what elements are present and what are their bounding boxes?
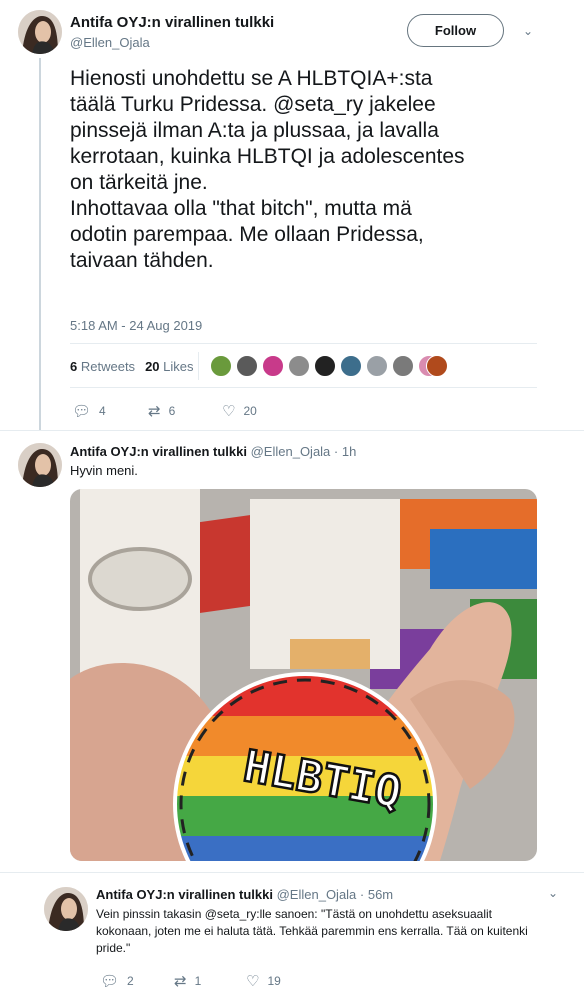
author-name[interactable]: Antifa OYJ:n virallinen tulkki — [70, 444, 247, 459]
liker-avatar[interactable] — [262, 355, 284, 377]
tweet-photo[interactable]: HLBTIQ — [70, 489, 537, 861]
retweet-action[interactable]: ⇄ 1 — [174, 972, 201, 990]
follow-button[interactable]: Follow — [407, 14, 504, 47]
likes-stat[interactable]: 20 Likes — [145, 359, 193, 374]
avatar[interactable] — [44, 887, 88, 931]
divider — [70, 387, 537, 388]
reply-icon: 💬︎ — [100, 973, 120, 990]
liker-avatar[interactable] — [288, 355, 310, 377]
divider — [0, 430, 584, 431]
reply-text: Vein pinssin takasin @seta_ry:lle sanoen… — [96, 907, 528, 955]
avatar[interactable] — [18, 443, 62, 487]
retweet-icon: ⇄ — [148, 403, 161, 420]
retweet-icon: ⇄ — [174, 973, 187, 990]
retweet-action[interactable]: ⇄ 6 — [148, 402, 175, 420]
chevron-down-icon[interactable]: ⌄ — [548, 886, 558, 900]
liker-avatar[interactable] — [426, 355, 448, 377]
reply-action[interactable]: 💬︎ 4 — [72, 402, 106, 420]
liker-avatar[interactable] — [236, 355, 258, 377]
like-action[interactable]: ♡ 19 — [246, 972, 281, 990]
reply-text: Hyvin meni. — [70, 463, 138, 478]
liker-avatar[interactable] — [340, 355, 362, 377]
author-handle[interactable]: @Ellen_Ojala — [70, 35, 150, 50]
reply-header: Antifa OYJ:n virallinen tulkki @Ellen_Oj… — [70, 444, 356, 459]
liker-avatar[interactable] — [392, 355, 414, 377]
heart-icon: ♡ — [222, 403, 236, 420]
reply-header: Antifa OYJ:n virallinen tulkki @Ellen_Oj… — [96, 887, 393, 902]
liker-avatar[interactable] — [366, 355, 388, 377]
author-name[interactable]: Antifa OYJ:n virallinen tulkki — [70, 14, 274, 31]
divider — [198, 352, 199, 380]
reply-action[interactable]: 💬︎ 2 — [100, 972, 134, 990]
chevron-down-icon[interactable]: ⌄ — [523, 24, 533, 38]
heart-icon: ♡ — [246, 973, 260, 990]
author-handle-time[interactable]: @Ellen_Ojala · 1h — [251, 444, 357, 459]
liker-avatar[interactable] — [314, 355, 336, 377]
retweets-stat[interactable]: 6 Retweets — [70, 359, 135, 374]
author-handle-time[interactable]: @Ellen_Ojala · 56m — [277, 887, 394, 902]
tweet-text: Hienosti unohdettu se A HLBTQIA+:sta tää… — [70, 67, 465, 272]
author-name[interactable]: Antifa OYJ:n virallinen tulkki — [96, 887, 273, 902]
tweet-timestamp[interactable]: 5:18 AM - 24 Aug 2019 — [70, 318, 202, 333]
divider — [0, 872, 584, 873]
engagement-stats: 6 Retweets 20 Likes — [70, 359, 194, 374]
reply-icon: 💬︎ — [72, 403, 92, 420]
divider — [70, 343, 537, 344]
liker-avatar[interactable] — [210, 355, 232, 377]
thread-line — [39, 58, 41, 430]
avatar[interactable] — [18, 10, 62, 54]
like-action[interactable]: ♡ 20 — [222, 402, 257, 420]
